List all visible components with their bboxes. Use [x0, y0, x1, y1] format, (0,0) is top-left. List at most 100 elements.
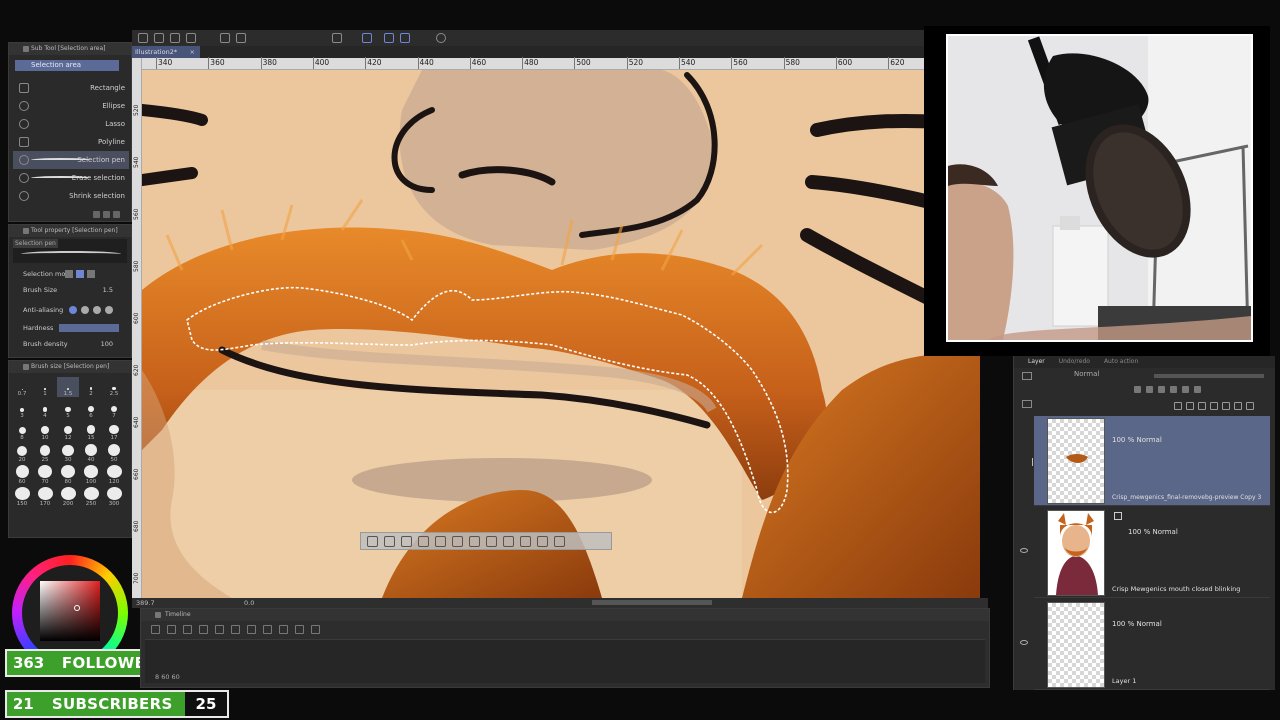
brush-size-preset[interactable]: 1.5: [57, 377, 79, 397]
brush-size-value[interactable]: 1.5: [103, 283, 113, 297]
subtool-ellipse[interactable]: Ellipse: [13, 97, 129, 115]
brush-size-preset[interactable]: 6: [80, 399, 102, 419]
brush-density-value[interactable]: 100: [101, 337, 113, 351]
new-raster-layer-icon[interactable]: [1174, 402, 1182, 410]
hardness-slider[interactable]: [59, 324, 119, 332]
snap-ruler-icon[interactable]: [384, 33, 394, 43]
close-tab-icon[interactable]: ×: [190, 46, 195, 58]
brush-size-preset[interactable]: 10: [34, 421, 56, 441]
save-icon[interactable]: [186, 33, 196, 43]
onion-skin-icon[interactable]: [311, 625, 320, 634]
next-frame-icon[interactable]: [231, 625, 240, 634]
subtool-selection-pen[interactable]: Selection pen: [13, 151, 129, 169]
subtool-rectangle[interactable]: Rectangle: [13, 79, 129, 97]
opacity-slider[interactable]: [1154, 374, 1264, 378]
tab-layer[interactable]: Layer: [1028, 356, 1045, 368]
expand-selection-icon[interactable]: [418, 536, 429, 547]
new-file-icon[interactable]: [154, 33, 164, 43]
play-icon[interactable]: [215, 625, 224, 634]
open-file-icon[interactable]: [170, 33, 180, 43]
last-frame-icon[interactable]: [247, 625, 256, 634]
combine-down-icon[interactable]: [1222, 402, 1230, 410]
new-animation-folder-icon[interactable]: [279, 625, 288, 634]
brush-size-preset[interactable]: 100: [80, 465, 102, 485]
transform-icon[interactable]: [332, 33, 342, 43]
blend-mode-select[interactable]: Normal: [1074, 370, 1099, 378]
document-tab[interactable]: Illustration2* ×: [132, 46, 200, 58]
brush-size-preset[interactable]: 15: [80, 421, 102, 441]
subtool-shrink-selection[interactable]: Shrink selection: [13, 187, 129, 205]
first-frame-icon[interactable]: [183, 625, 192, 634]
brush-size-preset[interactable]: 300: [103, 487, 125, 507]
brush-size-preset[interactable]: 17: [103, 421, 125, 441]
antialias-mid-icon[interactable]: [93, 306, 101, 314]
deselect-icon[interactable]: [367, 536, 378, 547]
panel-menu-icon[interactable]: [155, 612, 161, 618]
brush-size-preset[interactable]: 3: [11, 399, 33, 419]
shrink-selection-icon[interactable]: [435, 536, 446, 547]
color-picker-marker[interactable]: [74, 605, 80, 611]
undo-icon[interactable]: [220, 33, 230, 43]
selection-settings-icon[interactable]: [554, 536, 565, 547]
new-selection-icon[interactable]: [65, 270, 73, 278]
brush-density-row[interactable]: Brush density 100: [13, 337, 129, 351]
snap-grid-icon[interactable]: [400, 33, 410, 43]
fill-icon[interactable]: [520, 536, 531, 547]
menu-icon[interactable]: [138, 33, 148, 43]
panel-menu-icon[interactable]: [23, 46, 29, 52]
brush-size-preset[interactable]: 4: [34, 399, 56, 419]
brush-size-preset[interactable]: 25: [34, 443, 56, 463]
brush-size-row[interactable]: Brush Size 1.5: [13, 283, 129, 297]
brush-size-preset[interactable]: 70: [34, 465, 56, 485]
edit-timeline-icon[interactable]: [167, 625, 176, 634]
horizontal-scrollbar[interactable]: [592, 600, 712, 605]
new-folder-icon[interactable]: [1198, 402, 1206, 410]
clear-icon[interactable]: [452, 536, 463, 547]
brush-size-preset[interactable]: 8: [11, 421, 33, 441]
new-timeline-icon[interactable]: [151, 625, 160, 634]
ruler-icon[interactable]: [1194, 386, 1201, 393]
brush-size-preset[interactable]: 30: [57, 443, 79, 463]
eye-visibility-icon[interactable]: [1020, 548, 1028, 553]
copy-subtool-icon[interactable]: [103, 211, 110, 218]
mask-icon[interactable]: [1182, 386, 1189, 393]
new-tone-icon[interactable]: [537, 536, 548, 547]
layer-row[interactable]: 100 % Normal Layer 1: [1020, 600, 1270, 690]
crop-icon[interactable]: [384, 536, 395, 547]
tab-undo-redo[interactable]: Undo/redo: [1059, 356, 1090, 368]
layer-row[interactable]: 100 % Normal Crisp Mewgenics mouth close…: [1020, 508, 1270, 598]
antialias-high-icon[interactable]: [105, 306, 113, 314]
antialias-none-icon[interactable]: [69, 306, 77, 314]
brush-size-preset[interactable]: 60: [11, 465, 33, 485]
timeline-track-area[interactable]: 8 60 60: [145, 639, 985, 683]
transfer-down-icon[interactable]: [1210, 402, 1218, 410]
clip-layer-icon[interactable]: [1134, 386, 1141, 393]
lock-transparency-icon[interactable]: [1170, 386, 1177, 393]
brush-size-preset[interactable]: 2.5: [103, 377, 125, 397]
add-subtool-icon[interactable]: [93, 211, 100, 218]
tab-auto-action[interactable]: Auto action: [1104, 356, 1138, 368]
subtract-selection-icon[interactable]: [87, 270, 95, 278]
brush-size-preset[interactable]: 12: [57, 421, 79, 441]
brush-size-preset[interactable]: 20: [11, 443, 33, 463]
panel-menu-icon[interactable]: [23, 364, 29, 370]
scale-rotate-icon[interactable]: [503, 536, 514, 547]
subtool-lasso[interactable]: Lasso: [13, 115, 129, 133]
brush-size-preset[interactable]: 250: [80, 487, 102, 507]
help-icon[interactable]: [436, 33, 446, 43]
brush-size-preset[interactable]: 40: [80, 443, 102, 463]
brush-size-preset[interactable]: 170: [34, 487, 56, 507]
layer-name[interactable]: Crisp_mewgenics_final-removebg-preview C…: [1112, 494, 1261, 501]
selection-mode-row[interactable]: Selection mod: [13, 267, 129, 281]
delete-layer-icon[interactable]: [1246, 402, 1254, 410]
loop-icon[interactable]: [263, 625, 272, 634]
mask-layer-icon[interactable]: [1234, 402, 1242, 410]
brush-size-preset[interactable]: 200: [57, 487, 79, 507]
add-selection-icon[interactable]: [76, 270, 84, 278]
subtool-polyline[interactable]: Polyline: [13, 133, 129, 151]
copy-paste-icon[interactable]: [486, 536, 497, 547]
rotation-angle[interactable]: 0.0: [244, 599, 254, 607]
brush-size-preset[interactable]: 50: [103, 443, 125, 463]
brush-size-preset[interactable]: 80: [57, 465, 79, 485]
eye-visibility-icon[interactable]: [1020, 640, 1028, 645]
